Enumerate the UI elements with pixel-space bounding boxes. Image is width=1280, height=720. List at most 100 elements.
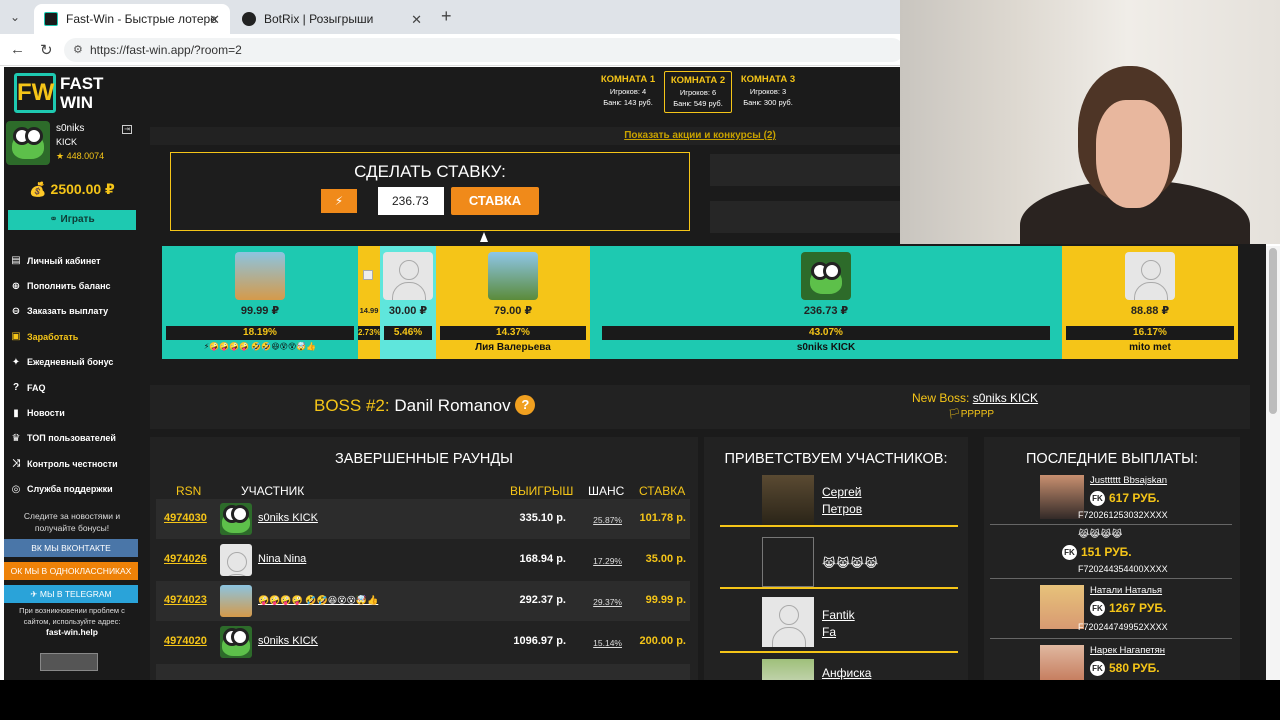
payout-name[interactable]: Натали Наталья [1090,585,1162,596]
tab-title: Fast-Win - Быстрые лотереи! Ком [66,12,216,26]
vk-button[interactable]: ВК МЫ ВКОНТАКТЕ [4,539,138,557]
table-row[interactable] [156,664,690,680]
greet-name[interactable]: Анфиска [822,665,871,680]
sidebar-item-fairness[interactable]: ⤨ Контроль честности [10,451,138,476]
table-row[interactable]: 4974020 s0niks KICK 1096.97 р. 15.14% 20… [156,622,690,662]
sidebar-item-faq[interactable]: ? FAQ [10,375,138,400]
sidebar-item-support[interactable]: ◎ Служба поддержки [10,477,138,502]
mouse-cursor-icon [480,232,488,242]
payout-name[interactable]: 😹😹😹😹 [1078,529,1122,540]
sidebar-item-cabinet[interactable]: ▤ Личный кабинет [10,248,138,273]
new-tab-plus-icon[interactable]: + [441,6,452,27]
sidebar-item-top-users[interactable]: ♛ ТОП пользователей [10,426,138,451]
help-icon[interactable]: ? [515,395,536,415]
tab-botrix[interactable]: BotRix | Розыгрыши ✕ [232,4,432,34]
player-segment[interactable]: 99.99 ₽ 18.19% ⚡🤪🤪🤪🤪 🤣🤣😆😵😵🤯👍 [162,246,358,359]
sidebar-item-news[interactable]: ▮ Новости [10,400,138,425]
greet-name[interactable]: Fantik Fa [822,607,855,641]
logout-icon[interactable]: ⇥ [122,125,132,134]
payout-item[interactable]: 😹😹😹😹 FK 151 РУБ. F720244354400XXXX [990,527,1232,579]
round-chance[interactable]: 15.14% [586,638,622,648]
player-percent: 5.46% [384,326,432,340]
player-percent: 14.37% [440,326,586,340]
room-2-tab[interactable]: КОМНАТА 2 Игроков: 6 Банк: 549 руб. [664,71,732,113]
round-id[interactable]: 4974026 [164,553,207,565]
round-bet: 200.00 р. [639,635,686,647]
table-row[interactable]: 4974023 🤪🤪🤪🤪 🤣🤣😆😵😵🤯👍 292.37 р. 29.37% 99… [156,581,690,621]
greet-item[interactable]: 😹😹😹😹 [720,537,958,589]
round-chance[interactable]: 25.87% [586,515,622,525]
round-user[interactable]: s0niks KICK [258,512,318,524]
round-id[interactable]: 4974030 [164,512,207,524]
table-row[interactable]: 4974030 s0niks KICK 335.10 р. 25.87% 101… [156,499,690,539]
round-bet: 99.99 р. [645,594,686,606]
room-1-tab[interactable]: КОМНАТА 1 Игроков: 4 Банк: 143 руб. [594,71,662,113]
gift-icon: ✦ [11,356,21,368]
close-tab-icon[interactable]: ✕ [209,12,220,28]
boss-name[interactable]: Danil Romanov [394,396,510,415]
sidebar: FW FAST WIN s0niks KICK ★ 448.0074 ⇥ 💰 25… [4,67,140,680]
player-segment[interactable]: 30.00 ₽ 5.46% [380,246,436,359]
sidebar-item-deposit[interactable]: ⊕ Пополнить баланс [10,273,138,298]
ok-button[interactable]: ОК МЫ В ОДНОКЛАССНИКАХ [4,562,138,580]
col-user: УЧАСТНИК [241,484,305,498]
scrollbar-thumb[interactable] [1269,248,1277,414]
reload-icon[interactable]: ↻ [40,41,53,59]
play-button[interactable]: ⚭ Играть [8,210,136,230]
greet-title: ПРИВЕТСТВУЕМ УЧАСТНИКОВ: [724,451,948,467]
greet-name[interactable]: 😹😹😹😹 [822,555,878,572]
room-3-tab[interactable]: КОМНАТА 3 Игроков: 3 Банк: 300 руб. [734,71,802,113]
round-user[interactable]: s0niks KICK [258,635,318,647]
greet-name[interactable]: Сергей Петров [822,484,862,518]
avatar [220,544,252,576]
lightning-button[interactable]: ⚡ [321,189,357,213]
player-value: 14.99 [359,306,379,315]
sidebar-item-earn[interactable]: ▣ Заработать [10,324,138,349]
webcam-person-face [1096,100,1170,208]
payout-item[interactable]: Натали Наталья FK 1267 РУБ. F720244749952… [990,583,1232,639]
rounds-panel: ЗАВЕРШЕННЫЕ РАУНДЫ RSN УЧАСТНИК ВЫИГРЫШ … [150,437,698,680]
scrollbar[interactable] [1266,246,1280,680]
payout-item[interactable]: Justttttt Bbsajskan FK 617 РУБ. F72026125… [990,473,1232,525]
tab-fast-win[interactable]: Fast-Win - Быстрые лотереи! Ком ✕ [34,4,230,34]
sidebar-item-withdraw[interactable]: ⊖ Заказать выплату [10,299,138,324]
round-user[interactable]: 🤪🤪🤪🤪 🤣🤣😆😵😵🤯👍 [258,595,378,606]
logo[interactable]: FW FAST WIN [14,73,114,113]
bet-amount-input[interactable]: 236.73 [378,187,444,215]
payout-sum: FK 151 РУБ. [1062,545,1132,560]
new-boss-name[interactable]: s0niks KICK [973,391,1038,405]
greet-item[interactable]: Fantik Fa [720,597,958,653]
player-segment[interactable]: 14.99 2.73% [358,246,380,359]
payout-name[interactable]: Justttttt Bbsajskan [1090,475,1167,486]
round-user[interactable]: Nina Nina [258,553,306,565]
player-segment[interactable]: 79.00 ₽ 14.37% Лия Валерьева [436,246,590,359]
sidebar-item-daily-bonus[interactable]: ✦ Ежедневный бонус [10,350,138,375]
counter-badge[interactable] [40,653,98,671]
greet-item[interactable]: Сергей Петров [720,475,958,527]
avatar [220,503,252,535]
sidebar-menu: ▤ Личный кабинет ⊕ Пополнить баланс ⊖ Заказ… [10,248,138,502]
user-platform: KICK [56,137,78,147]
help-link[interactable]: fast-win.help [46,627,98,637]
telegram-button[interactable]: ✈ МЫ В TELEGRAM [4,585,138,603]
back-arrow-icon[interactable]: ← [10,41,25,58]
round-chance[interactable]: 17.29% [586,556,622,566]
url-input[interactable]: ⚙ https://fast-win.app/?room=2 [64,38,904,62]
payout-item[interactable]: Нарек Нагапетян FK 580 РУБ. [990,643,1232,680]
greet-item[interactable]: Анфиска [720,659,958,680]
player-segment[interactable]: 236.73 ₽ 43.07% s0niks KICK [590,246,1062,359]
player-name: Лия Валерьева [475,342,551,353]
avatar[interactable] [6,121,50,165]
close-tab-icon[interactable]: ✕ [411,12,422,28]
round-id[interactable]: 4974020 [164,635,207,647]
player-segment[interactable]: 88.88 ₽ 16.17% mito met [1062,246,1238,359]
tab-list-chevron-icon[interactable]: ⌄ [10,10,20,24]
payout-name[interactable]: Нарек Нагапетян [1090,645,1165,656]
player-percent: 43.07% [602,326,1050,340]
bet-button[interactable]: СТАВКА [451,187,539,215]
table-row[interactable]: 4974026 Nina Nina 168.94 р. 17.29% 35.00… [156,540,690,580]
site-info-icon[interactable]: ⚙ [73,43,83,56]
round-chance[interactable]: 29.37% [586,597,622,607]
player-name: s0niks KICK [796,342,856,353]
round-id[interactable]: 4974023 [164,594,207,606]
